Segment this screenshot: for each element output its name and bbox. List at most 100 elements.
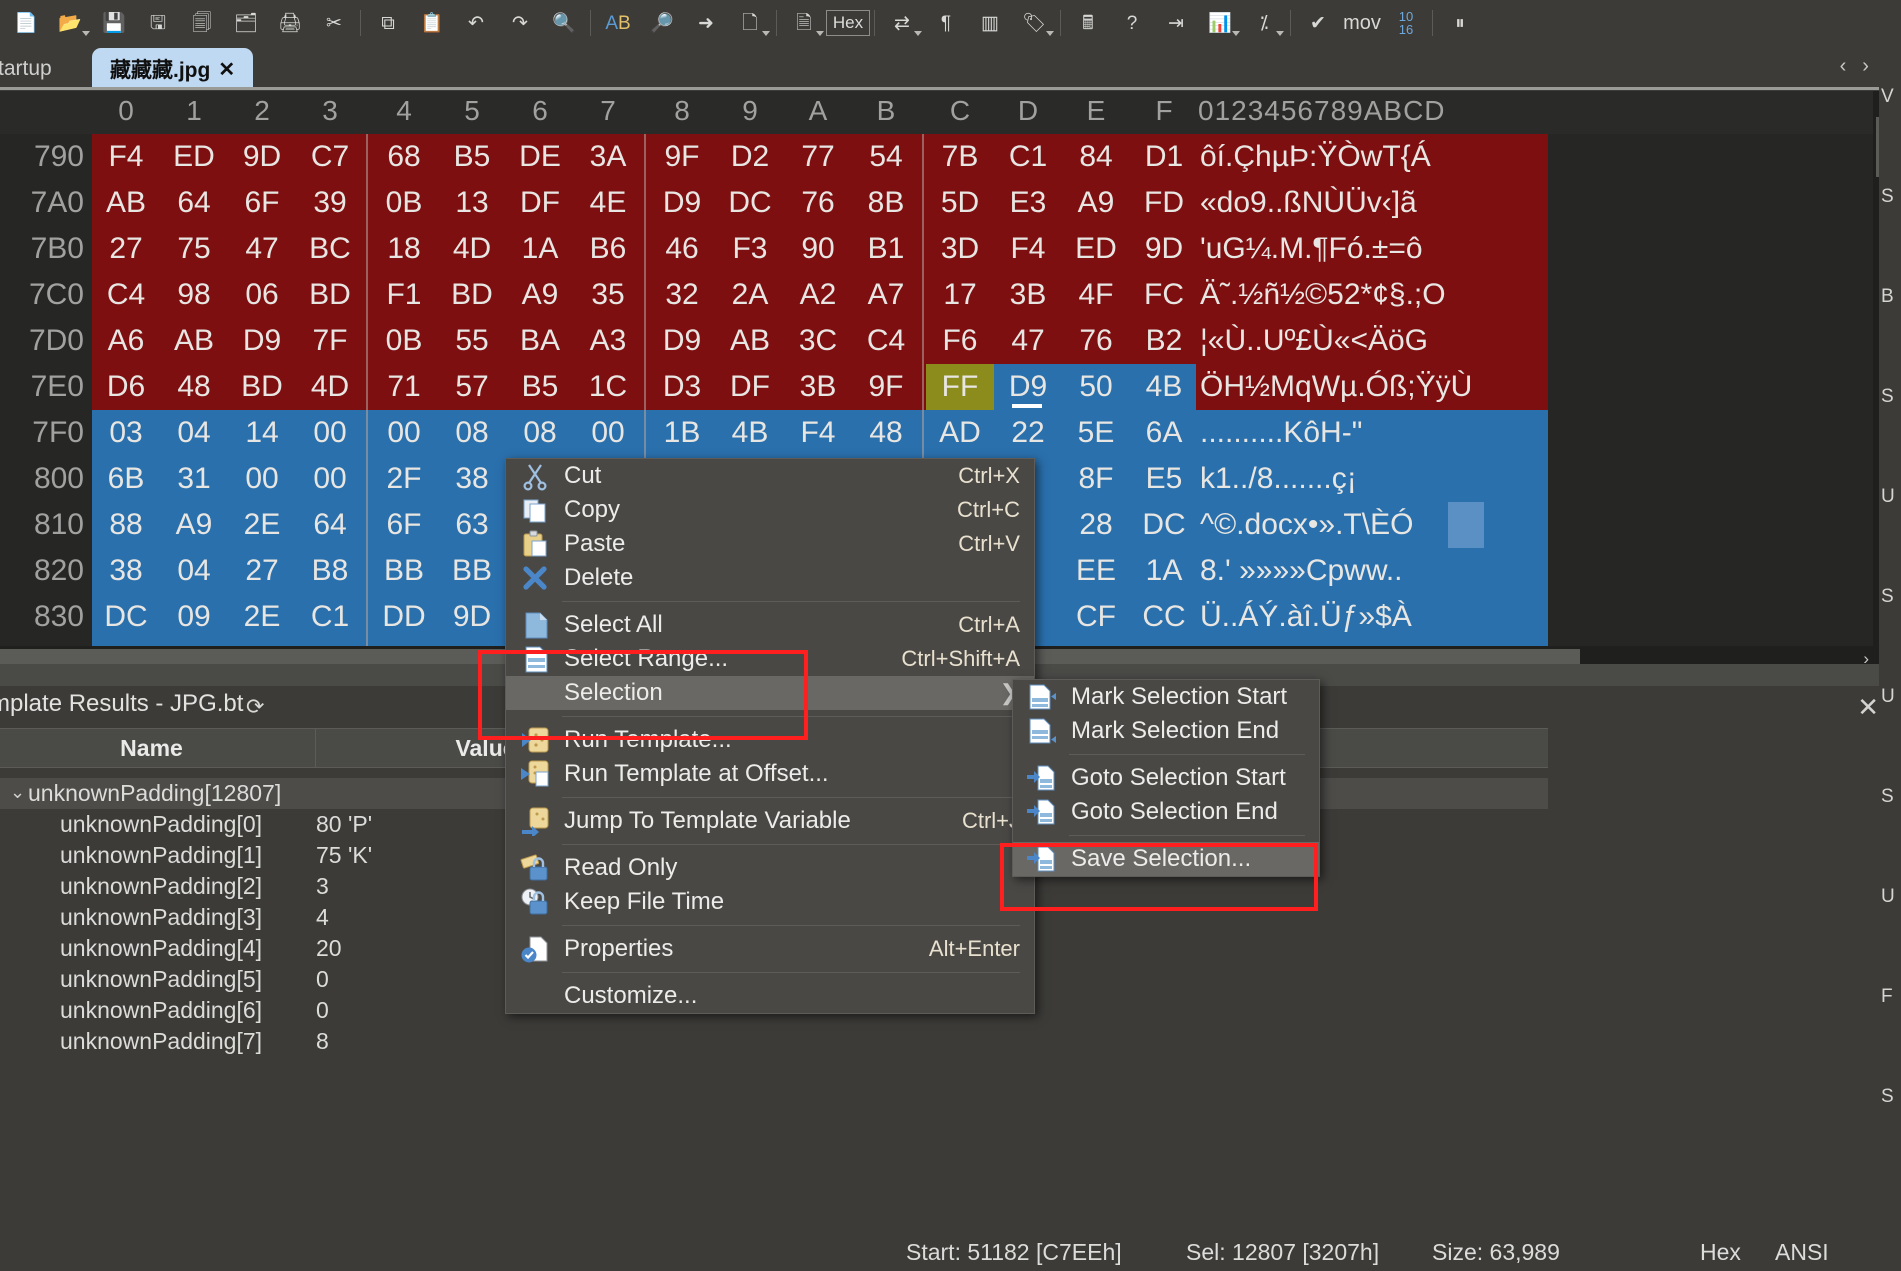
results-column-header-name[interactable]: Name [0,729,316,767]
tab-next-icon[interactable]: › [1862,55,1869,78]
hex-byte[interactable]: BC [296,226,364,272]
hex-byte[interactable]: C4 [92,272,160,318]
hex-byte[interactable]: EE [1062,548,1130,594]
redo-icon[interactable]: ↷ [498,1,542,45]
hex-byte[interactable]: BB [370,548,438,594]
dock-tab-2[interactable]: B [1881,286,1894,308]
hex-byte[interactable]: D3 [648,364,716,410]
mov-label[interactable]: mov [1340,1,1384,45]
pause-icon[interactable]: ⏸ [1438,1,1482,45]
hex-byte[interactable]: 2E [228,502,296,548]
hex-ascii-text[interactable]: «do9..ßNÙÜv‹]ã [1196,180,1548,226]
undo-icon[interactable]: ↶ [454,1,498,45]
dock-tab-4[interactable]: U [1881,486,1895,508]
hex-byte[interactable]: A2 [784,272,852,318]
hex-byte-cells[interactable]: AB 64 6F 39 0B 13 DF 4E D9 DC 76 8B 5D E3 A9 FD [92,180,1196,226]
hex-byte[interactable]: 13 [438,180,506,226]
menu-item-delete[interactable]: Delete [506,561,1034,595]
dock-tab-8[interactable]: U [1881,886,1895,908]
chevron-down-icon[interactable] [816,31,824,36]
chevron-down-icon[interactable] [1232,31,1240,36]
paragraph-icon[interactable]: ¶ [924,1,968,45]
hex-byte[interactable]: 3C [784,318,852,364]
hex-byte[interactable]: 4B [1130,364,1198,410]
chevron-down-icon[interactable] [82,31,90,36]
hex-ascii-text[interactable]: ..........KôH-" [1196,410,1548,456]
hex-byte[interactable]: C4 [852,318,920,364]
hex-byte[interactable]: C7 [296,134,364,180]
selection-submenu[interactable]: Mark Selection Start Mark Selection End Go… [1012,679,1320,877]
hex-byte[interactable]: 00 [370,410,438,456]
tab-startup[interactable]: tartup [0,48,68,90]
calculator-icon[interactable]: 🖩 [1066,1,1110,45]
hex-byte[interactable]: C1 [994,134,1062,180]
find-icon[interactable]: 🔍 [542,1,586,45]
dock-tab-6[interactable]: U [1881,686,1895,708]
import-icon[interactable]: 🗋 [728,1,772,45]
hex-byte[interactable]: 76 [784,180,852,226]
hex-byte[interactable]: 0B [370,318,438,364]
find-in-files-icon[interactable]: 🔎 [640,1,684,45]
hex-byte[interactable]: B2 [1130,318,1198,364]
hex-byte[interactable]: DC [716,180,784,226]
hex-byte[interactable]: 39 [296,180,364,226]
print-icon[interactable]: 🖨 [268,1,312,45]
hex-byte[interactable]: D9 [228,318,296,364]
hex-byte[interactable]: 64 [296,502,364,548]
base-convert-icon[interactable]: 10 16 [1384,1,1428,45]
hex-byte[interactable]: D1 [1130,134,1198,180]
hex-byte[interactable]: F6 [926,318,994,364]
hex-byte[interactable]: 00 [296,410,364,456]
tab-prev-icon[interactable]: ‹ [1840,55,1847,78]
table-row[interactable]: unknownPadding[7] 8 [0,1026,1548,1057]
hex-byte[interactable]: 0B [370,180,438,226]
hex-byte[interactable]: 4B [716,410,784,456]
hex-byte[interactable]: 4D [296,364,364,410]
hex-ascii-text[interactable]: 'uG¼.M.¶Fó.±=ô [1196,226,1548,272]
hex-byte[interactable]: DD [370,594,438,640]
dock-tab-9[interactable]: F [1881,986,1893,1008]
dock-tab-10[interactable]: S [1881,1086,1894,1108]
hex-byte[interactable]: FD [1130,180,1198,226]
hex-byte[interactable]: 9D [228,134,296,180]
hex-ascii-text[interactable]: Ü..ÁÝ.àî.Üƒ»$À [1196,594,1548,640]
hex-byte[interactable]: 00 [574,410,642,456]
hex-byte[interactable]: 47 [228,226,296,272]
check-icon[interactable]: ✔ [1296,1,1340,45]
hex-byte[interactable]: 68 [370,134,438,180]
hex-byte[interactable]: D6 [92,364,160,410]
menu-item-properties[interactable]: Properties Alt+Enter [506,932,1034,966]
right-dock-strip[interactable]: V S B S U S U S U F S [1879,46,1901,1233]
hex-row[interactable]: 7F0 03 04 14 00 00 08 08 00 1B 4B F4 48 AD 22 5E 6A.....… [0,410,1901,456]
hex-byte[interactable]: A9 [1062,180,1130,226]
hex-byte[interactable]: 32 [648,272,716,318]
menu-item-goto-selection-start[interactable]: Goto Selection Start [1013,761,1319,795]
new-file-icon[interactable]: 📄 [4,1,48,45]
hex-byte[interactable]: 00 [228,456,296,502]
hex-byte[interactable]: 2F [370,456,438,502]
hex-byte-cells[interactable]: C4 98 06 BD F1 BD A9 35 32 2A A2 A7 17 3B 4F FC [92,272,1196,318]
hex-byte[interactable]: F4 [92,134,160,180]
hex-byte[interactable]: 57 [438,364,506,410]
hex-ascii-text[interactable]: ¦«Ù..Uº£Ù«<ÄöG [1196,318,1548,364]
hex-byte[interactable]: DF [716,364,784,410]
bookmark-icon[interactable]: 🏷 [1012,1,1056,45]
hex-byte-cells[interactable]: F4 ED 9D C7 68 B5 DE 3A 9F D2 77 54 7B C1 84 D1 [92,134,1196,180]
hex-byte[interactable]: 17 [926,272,994,318]
hex-ascii-text[interactable]: k1../8.......ç¡ [1196,456,1548,502]
hex-byte[interactable]: 7F [296,318,364,364]
hex-byte[interactable]: 00 [296,456,364,502]
hex-byte[interactable]: 3D [926,226,994,272]
copy-icon[interactable]: ⧉ [366,1,410,45]
hex-byte[interactable]: DC [1130,502,1198,548]
hex-byte[interactable]: 98 [160,272,228,318]
hex-byte[interactable]: A7 [852,272,920,318]
menu-item-selection[interactable]: Selection ❯ [506,676,1034,710]
replace-icon[interactable]: AB [596,1,640,45]
hex-byte[interactable]: 46 [648,226,716,272]
hex-byte[interactable]: 3B [994,272,1062,318]
hex-byte[interactable]: 71 [370,364,438,410]
hex-byte[interactable]: 48 [160,364,228,410]
hex-byte[interactable]: 47 [994,318,1062,364]
dock-tab-5[interactable]: S [1881,586,1894,608]
